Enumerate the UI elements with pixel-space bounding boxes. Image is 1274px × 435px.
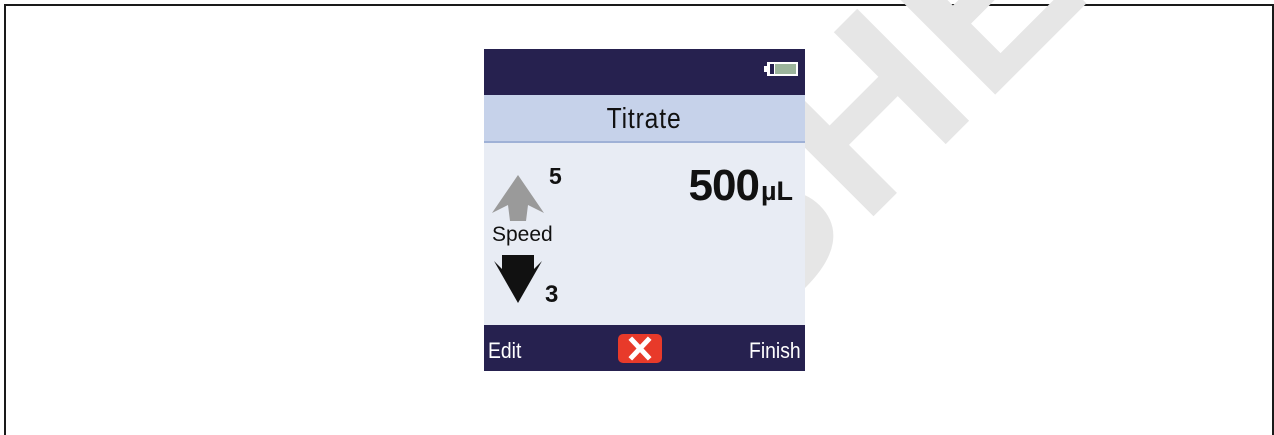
arrow-down-icon[interactable] bbox=[494, 255, 542, 303]
screen-title: Titrate bbox=[607, 103, 682, 135]
volume-unit: µL bbox=[760, 176, 793, 206]
edit-softkey[interactable]: Edit bbox=[488, 338, 521, 364]
battery-icon bbox=[764, 62, 798, 76]
arrow-up-icon[interactable] bbox=[492, 175, 544, 221]
softkey-bar: Edit Finish bbox=[484, 325, 805, 371]
title-bar: Titrate bbox=[484, 95, 805, 143]
volume-number: 500 bbox=[688, 161, 760, 210]
speed-label: Speed bbox=[492, 223, 553, 246]
finish-softkey[interactable]: Finish bbox=[749, 338, 801, 364]
speed-up-value: 5 bbox=[549, 163, 562, 189]
status-bar bbox=[484, 49, 805, 95]
volume-readout: 500µL bbox=[689, 161, 793, 211]
cancel-x-icon[interactable] bbox=[618, 334, 662, 363]
device-screen: Titrate 5 Speed 3 500µL Edit Finish bbox=[484, 49, 805, 371]
speed-down-value: 3 bbox=[545, 281, 559, 308]
